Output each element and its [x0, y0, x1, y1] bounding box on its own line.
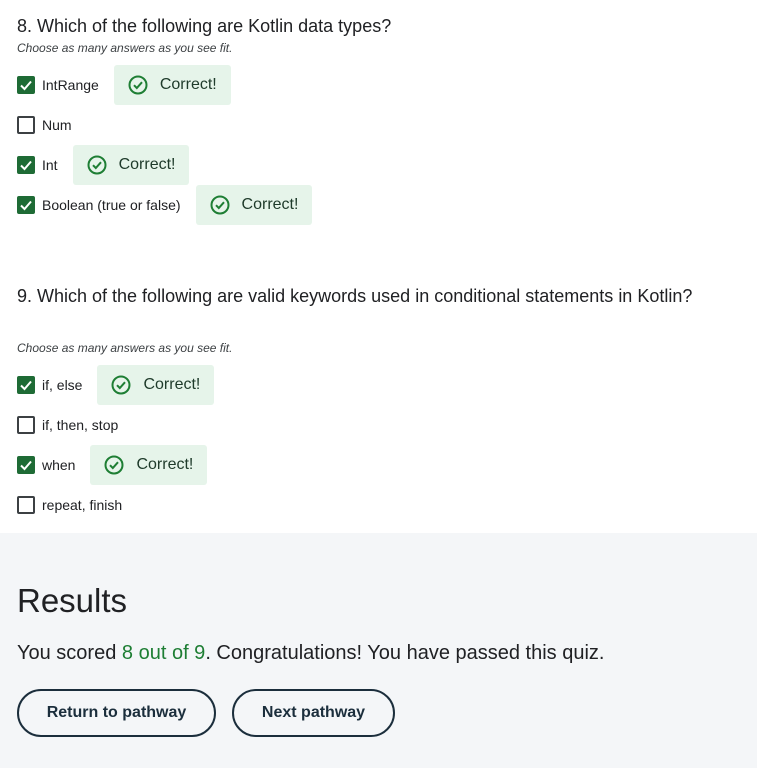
answer-checkbox[interactable] — [17, 416, 35, 434]
checkmark-icon — [20, 160, 32, 171]
answer-checkbox[interactable] — [17, 376, 35, 394]
question-hint: Choose as many answers as you see fit. — [17, 41, 233, 55]
check-circle-icon — [87, 155, 107, 175]
answer-label: if, then, stop — [42, 417, 119, 433]
answer-option[interactable]: Int Correct! — [17, 145, 190, 185]
answer-label: repeat, finish — [42, 497, 123, 513]
answer-checkbox[interactable] — [17, 156, 35, 174]
next-pathway-button[interactable]: Next pathway — [232, 689, 395, 737]
answer-checkbox[interactable] — [17, 76, 35, 94]
answer-checkbox[interactable] — [17, 496, 35, 514]
answer-option[interactable]: Num — [17, 105, 72, 145]
correct-text: Correct! — [143, 376, 201, 393]
score-value: 8 out of 9 — [121, 642, 206, 664]
answer-checkbox[interactable] — [17, 196, 35, 214]
answer-checkbox[interactable] — [17, 456, 35, 474]
answer-label: Num — [42, 117, 72, 133]
quiz-section: 8. Which of the following are Kotlin dat… — [0, 0, 757, 533]
checkmark-icon — [20, 80, 32, 91]
correct-badge: Correct! — [90, 445, 208, 485]
checkmark-icon — [20, 460, 32, 471]
question-hint: Choose as many answers as you see fit. — [17, 341, 233, 355]
correct-text: Correct! — [118, 156, 176, 173]
answer-option[interactable]: IntRange Correct! — [17, 65, 231, 105]
question-title: 8. Which of the following are Kotlin dat… — [17, 16, 392, 36]
answer-option[interactable]: if, then, stop — [17, 405, 118, 445]
checkmark-icon — [20, 200, 32, 211]
results-text-after: . Congratulations! You have passed this … — [205, 642, 605, 664]
check-circle-icon — [210, 195, 230, 215]
check-circle-icon — [128, 75, 148, 95]
correct-badge: Correct! — [195, 185, 313, 225]
correct-badge: Correct! — [72, 145, 190, 185]
results-title: Results — [17, 582, 128, 619]
answer-option[interactable]: if, else Correct! — [17, 365, 215, 405]
answer-option[interactable]: repeat, finish — [17, 485, 122, 525]
correct-text: Correct! — [159, 76, 217, 93]
return-to-pathway-button[interactable]: Return to pathway — [17, 689, 216, 737]
answer-label: when — [42, 457, 76, 473]
correct-text: Correct! — [241, 196, 299, 213]
results-text-before: You scored — [17, 642, 122, 664]
question-title: 9. Which of the following are valid keyw… — [17, 286, 693, 306]
correct-badge: Correct! — [97, 365, 215, 405]
results-text: You scored 8 out of 9. Congratulations! … — [17, 640, 604, 666]
answer-checkbox[interactable] — [17, 116, 35, 134]
answer-label: IntRange — [42, 77, 99, 93]
results-section: Results You scored 8 out of 9. Congratul… — [0, 533, 757, 768]
answer-label: if, else — [42, 377, 83, 393]
answer-label: Int — [42, 157, 58, 173]
answer-label: Boolean (true or false) — [42, 197, 181, 213]
checkmark-icon — [20, 380, 32, 391]
check-circle-icon — [104, 455, 124, 475]
answer-option[interactable]: when Correct! — [17, 445, 208, 485]
correct-text: Correct! — [136, 456, 194, 473]
check-circle-icon — [111, 375, 131, 395]
answer-option[interactable]: Boolean (true or false) Correct! — [17, 185, 313, 225]
correct-badge: Correct! — [113, 65, 231, 105]
